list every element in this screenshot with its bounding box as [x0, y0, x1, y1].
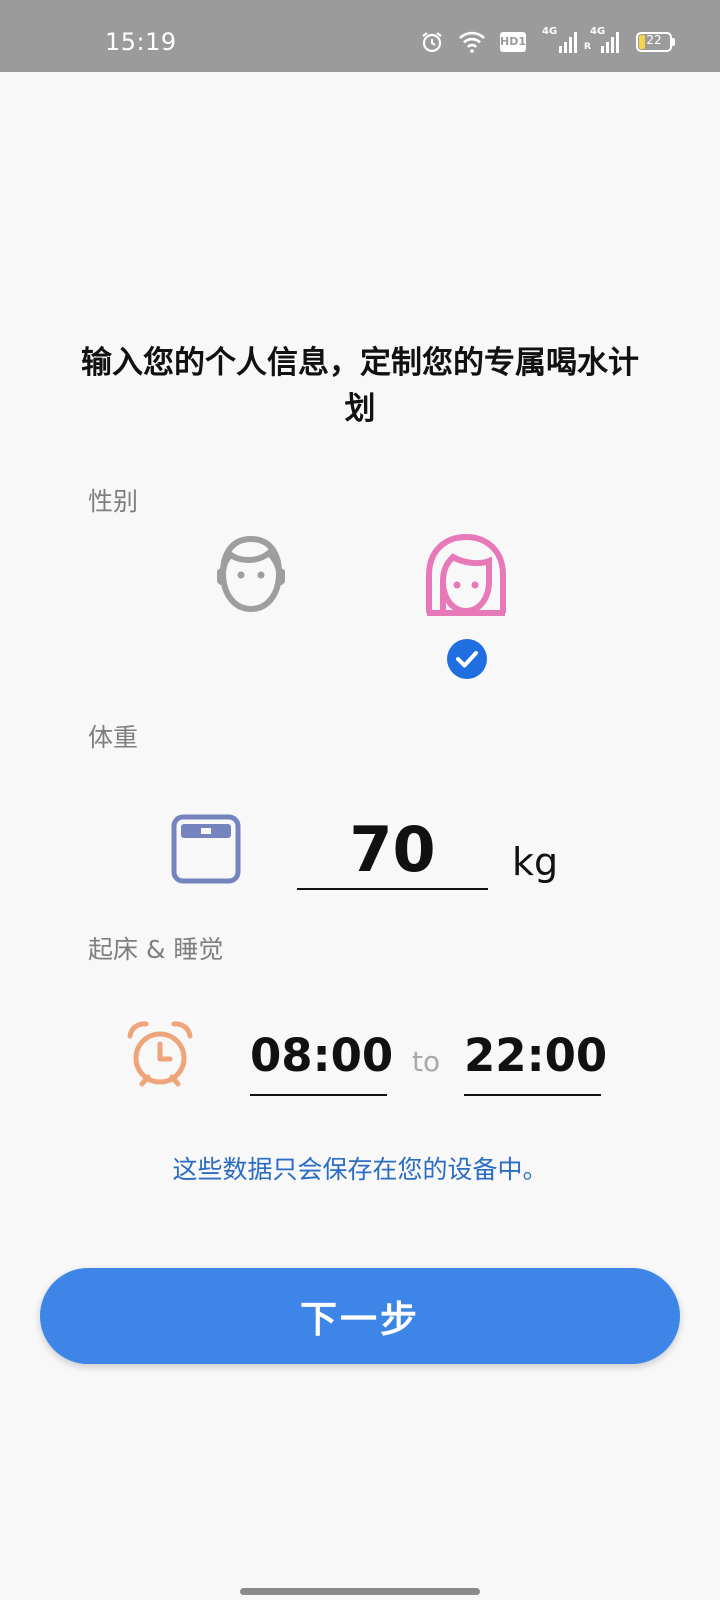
next-button[interactable]: 下一步 — [40, 1268, 680, 1364]
status-bar: 15:19 HD1 4G 4G R 22 — [0, 0, 720, 72]
battery-level: 22 — [646, 33, 662, 47]
home-indicator[interactable] — [240, 1588, 480, 1595]
sleep-time-input[interactable]: 22:00 — [464, 1020, 607, 1096]
wifi-icon — [459, 31, 485, 53]
time-separator: to — [412, 1045, 441, 1078]
wake-time-value: 08:00 — [250, 1029, 394, 1082]
weight-value: 70 — [349, 813, 436, 886]
wake-time-input[interactable]: 08:00 — [250, 1020, 393, 1096]
battery-icon: 22 — [636, 32, 676, 52]
network-type-1: 4G — [542, 26, 558, 37]
selected-check-icon — [447, 639, 487, 679]
male-option[interactable] — [215, 533, 287, 617]
signal-4g-icon: 4G — [542, 26, 578, 54]
alarm-clock-icon — [127, 1021, 193, 1087]
signal-4g-r-icon: 4G R — [584, 26, 620, 54]
schedule-label: 起床 & 睡觉 — [88, 935, 224, 964]
weight-input[interactable]: 70 — [297, 810, 488, 890]
gender-label: 性别 — [88, 487, 139, 516]
page-title: 输入您的个人信息，定制您的专属喝水计划 — [81, 345, 639, 427]
scale-icon — [171, 814, 241, 884]
privacy-note: 这些数据只会保存在您的设备中。 — [172, 1155, 548, 1184]
weight-label: 体重 — [88, 723, 139, 752]
male-face-icon — [215, 535, 287, 613]
hd-icon: HD1 — [500, 32, 526, 52]
female-face-icon — [426, 533, 506, 616]
alarm-icon — [422, 32, 442, 53]
weight-unit: kg — [512, 840, 559, 884]
status-time: 15:19 — [105, 28, 177, 56]
female-option[interactable] — [423, 533, 509, 623]
sleep-time-value: 22:00 — [464, 1029, 608, 1082]
